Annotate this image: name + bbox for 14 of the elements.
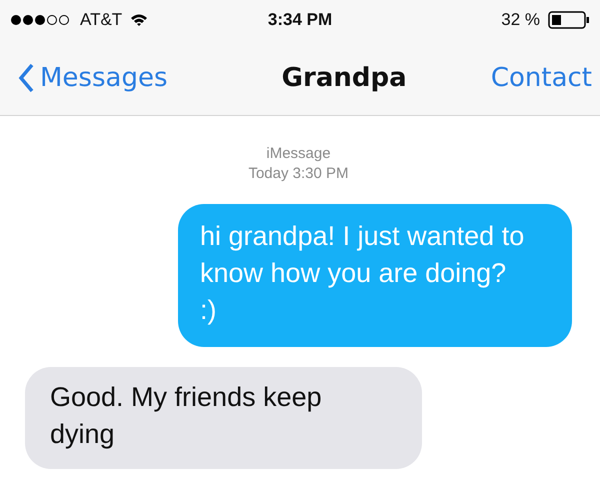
contact-name: Grandpa	[282, 62, 407, 92]
received-message-bubble: Good. My friends keep dying	[25, 367, 422, 469]
battery-icon	[548, 11, 590, 29]
chevron-left-icon	[18, 62, 34, 92]
sent-message-bubble: hi grandpa! I just wanted to know how you are doing? :)	[178, 204, 572, 347]
signal-icon	[10, 14, 72, 26]
contact-button[interactable]: Contact	[490, 62, 592, 92]
service-label: iMessage	[266, 144, 331, 164]
back-button[interactable]: Messages	[18, 62, 168, 92]
battery-percent: 32 %	[501, 10, 540, 30]
message-timestamp: Today 3:30 PM	[248, 164, 349, 184]
status-time: 3:34 PM	[268, 10, 332, 30]
carrier-name: AT&T	[80, 10, 122, 30]
wifi-icon	[130, 13, 148, 27]
